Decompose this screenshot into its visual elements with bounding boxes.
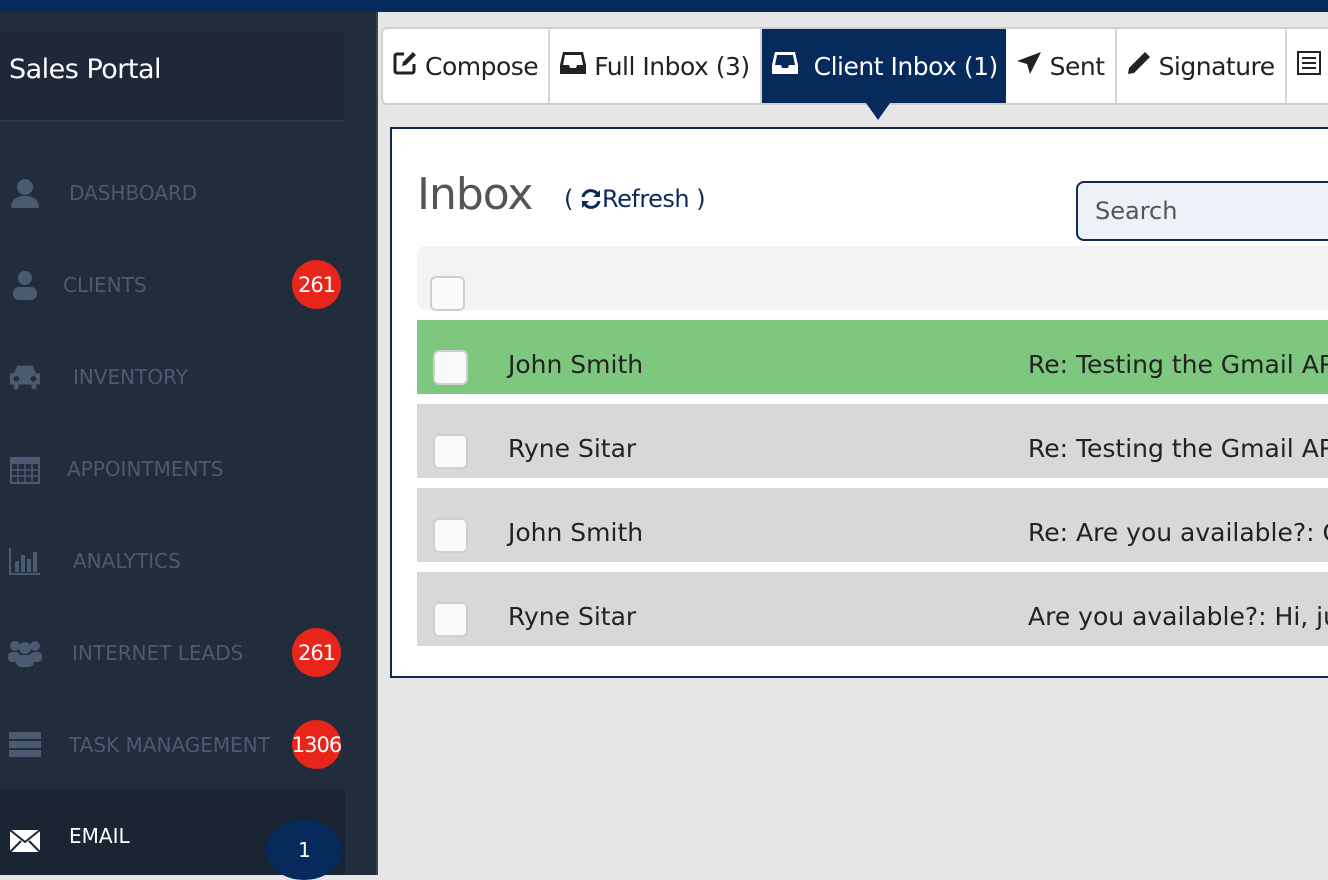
subject: Re: Are you available?: Gr [1028,518,1328,547]
sidebar-item-label: INVENTORY [73,365,188,389]
count-badge: 261 [292,628,341,677]
user-icon [8,268,42,302]
car-icon [8,360,42,394]
paren: ) [689,185,706,213]
count-badge: 1306 [292,720,342,769]
subject: Are you available?: Hi, jus [1028,602,1328,631]
envelope-icon [8,824,42,858]
search-input[interactable] [1076,181,1328,241]
sidebar-item-label: APPOINTMENTS [67,457,224,481]
sidebar-item-label: DASHBOARD [69,181,198,205]
sidebar-item-appointments[interactable]: APPOINTMENTS [0,427,345,511]
user-icon [8,176,42,210]
count-badge: 1 [266,820,342,880]
tab-client-inbox[interactable]: Client Inbox (1) [761,29,1006,120]
subject: Re: Testing the Gmail API [1028,350,1328,379]
sidebar-item-analytics[interactable]: ANALYTICS [0,519,345,603]
sidebar-item-label: TASK MANAGEMENT [69,733,270,757]
refresh-link[interactable]: ( Refresh ) [564,185,706,213]
top-bar [0,0,1328,12]
sidebar-item-task-management[interactable]: TASK MANAGEMENT 1306 [0,703,345,787]
list-icon [1296,51,1321,81]
row-checkbox[interactable] [433,350,468,385]
sender: John Smith [508,350,644,379]
inbox-icon [771,51,798,81]
tab-label: Compose [425,51,539,81]
bar-chart-icon [8,544,42,578]
send-icon [1016,51,1042,81]
refresh-icon [580,185,602,213]
page-title: Inbox [417,169,533,220]
sidebar-item-label: ANALYTICS [73,549,181,573]
paren: ( [564,185,580,213]
subject: Re: Testing the Gmail API [1028,434,1328,463]
refresh-label: Refresh [602,185,690,213]
select-all-checkbox[interactable] [430,276,465,311]
tab-label: Full Inbox (3) [594,51,750,81]
tab-signature[interactable]: Signature [1117,29,1287,103]
tab-label: Signature [1158,51,1276,81]
sender: Ryne Sitar [508,602,637,631]
count-badge: 261 [292,260,341,309]
tab-list[interactable] [1287,29,1328,103]
tab-label: Sent [1049,51,1105,81]
tab-label: Client Inbox (1) [813,51,999,81]
tasks-icon [8,728,42,762]
table-row[interactable]: Ryne Sitar Re: Testing the Gmail API [417,404,1328,478]
table-row[interactable]: Ryne Sitar Are you available?: Hi, jus [417,572,1328,646]
tab-sent[interactable]: Sent [1006,29,1117,103]
calendar-icon [8,452,42,486]
inbox-panel: Inbox ( Refresh ) John Smith Re: Testing… [390,127,1328,678]
table-row[interactable]: John Smith Re: Testing the Gmail API [417,320,1328,394]
row-checkbox[interactable] [433,518,468,553]
tab-full-inbox[interactable]: Full Inbox (3) [550,29,762,103]
table-header [417,246,1328,311]
sidebar-item-inventory[interactable]: INVENTORY [0,335,345,419]
sidebar-item-email[interactable]: EMAIL 1 [0,790,345,880]
edit-icon [393,51,417,81]
sidebar-item-clients[interactable]: CLIENTS 261 [0,243,345,327]
sidebar-item-label: INTERNET LEADS [72,641,244,665]
inbox-icon [560,51,587,81]
pencil-icon [1127,51,1151,81]
tab-compose[interactable]: Compose [383,29,551,103]
sidebar-item-dashboard[interactable]: DASHBOARD [0,151,345,235]
table-row[interactable]: John Smith Re: Are you available?: Gr [417,488,1328,562]
sidebar: Sales Portal DASHBOARD CLIENTS 261 INVEN… [0,12,378,880]
sender: John Smith [508,518,644,547]
email-tabs: Compose Full Inbox (3) Client Inbox (1) … [381,27,1328,120]
row-checkbox[interactable] [433,602,468,637]
sidebar-item-label: CLIENTS [63,273,147,297]
sidebar-item-label: EMAIL [69,824,130,848]
sender: Ryne Sitar [508,434,637,463]
sidebar-item-internet-leads[interactable]: INTERNET LEADS 261 [0,611,345,695]
app-title: Sales Portal [0,32,345,122]
users-icon [8,636,42,670]
row-checkbox[interactable] [433,434,468,469]
